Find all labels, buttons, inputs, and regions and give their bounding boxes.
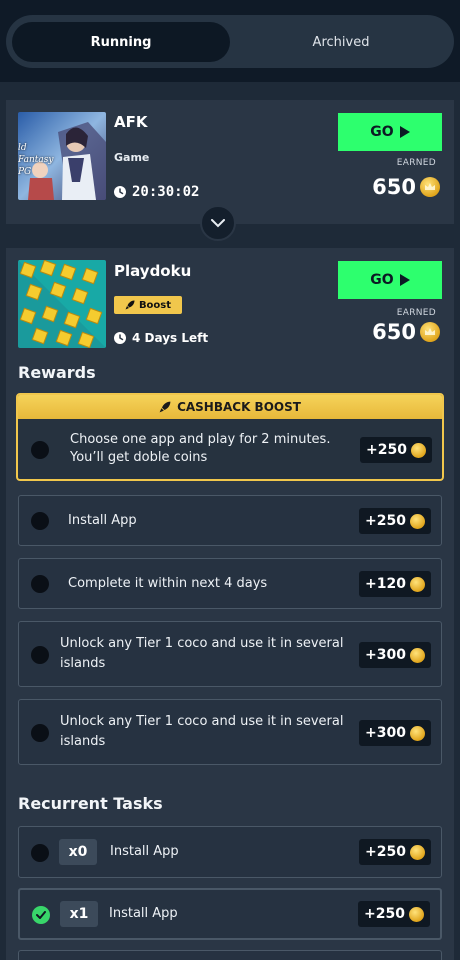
coin-icon	[410, 576, 425, 592]
task-item[interactable]: Install App +250	[18, 495, 442, 546]
coin-icon	[420, 322, 440, 342]
days-left: 4 Days Left	[114, 331, 208, 345]
task-text: Install App	[110, 844, 179, 859]
cashback-task-line1: Choose one app and play for 2 minutes.	[70, 432, 331, 447]
task-text: Install App	[109, 906, 178, 921]
reward-value: +300	[365, 725, 406, 741]
afk-earned: 650	[372, 175, 440, 199]
afk-title: AFK	[114, 113, 148, 131]
afk-timer-value: 20:30:02	[132, 184, 200, 200]
afk-go-label: GO	[370, 124, 394, 140]
task-item[interactable]: Complete it within next 4 days +120	[18, 558, 442, 609]
cashback-header: CASHBACK BOOST	[18, 395, 442, 419]
offer-card-afk[interactable]: ld Fantasy PG AFK Game 20:30:02 GO EARNE…	[6, 100, 454, 224]
coin-icon	[409, 906, 424, 922]
reward-value: +250	[365, 844, 406, 860]
reward-pill: +250	[360, 437, 432, 463]
task-radio[interactable]	[31, 724, 49, 742]
reward-value: +250	[364, 906, 405, 922]
reward-pill: +120	[359, 571, 431, 597]
chevron-down-icon	[211, 218, 225, 227]
afk-subtitle: Game	[114, 151, 150, 164]
clock-icon	[114, 332, 126, 344]
cashback-title: CASHBACK BOOST	[177, 400, 301, 414]
recurrent-task-item[interactable]: x1 Install App +250	[18, 888, 442, 940]
reward-pill: +250	[358, 901, 430, 927]
days-left-value: 4 Days Left	[132, 331, 209, 345]
reward-pill: +300	[359, 720, 431, 746]
boost-badge-label: Boost	[138, 299, 172, 311]
playdoku-go-label: GO	[370, 272, 394, 288]
clock-icon	[114, 186, 126, 198]
afk-thumbnail: ld Fantasy PG	[18, 112, 106, 200]
check-icon[interactable]	[32, 906, 50, 924]
play-icon	[399, 126, 410, 138]
coin-icon	[410, 725, 425, 741]
recurrent-title: Recurrent Tasks	[18, 794, 163, 813]
task-radio[interactable]	[31, 441, 49, 459]
reward-value: +120	[365, 576, 406, 592]
playdoku-earned: 650	[372, 320, 440, 344]
afk-go-button[interactable]: GO	[338, 113, 442, 151]
expand-button[interactable]	[200, 205, 236, 241]
task-radio[interactable]	[31, 646, 49, 664]
playdoku-earned-value: 650	[372, 320, 416, 344]
rocket-icon	[125, 300, 135, 310]
playdoku-thumbnail	[18, 260, 106, 348]
multiplier-badge: x0	[59, 839, 97, 865]
reward-pill: +250	[359, 839, 431, 865]
coin-icon	[410, 513, 425, 529]
afk-thumb-caption: ld Fantasy PG	[18, 143, 54, 177]
recurrent-task-item-partial[interactable]	[18, 950, 442, 960]
task-item[interactable]: Unlock any Tier 1 coco and use it in sev…	[18, 699, 442, 765]
cashback-task-text: Choose one app and play for 2 minutes. Y…	[70, 431, 330, 467]
task-radio[interactable]	[31, 512, 49, 530]
task-item[interactable]: Unlock any Tier 1 coco and use it in sev…	[18, 621, 442, 687]
offer-card-playdoku: Playdoku Boost 4 Days Left GO EARNED 650…	[6, 248, 454, 960]
boost-badge: Boost	[114, 296, 182, 314]
task-text: Unlock any Tier 1 coco and use it in sev…	[60, 712, 343, 752]
playdoku-title: Playdoku	[114, 262, 192, 280]
task-radio[interactable]	[31, 575, 49, 593]
multiplier-badge: x1	[60, 901, 98, 927]
task-text: Complete it within next 4 days	[68, 576, 268, 591]
coin-icon	[410, 647, 425, 663]
reward-value: +250	[366, 442, 407, 458]
cashback-task-line2: You’ll get doble coins	[70, 450, 208, 465]
playdoku-go-button[interactable]: GO	[338, 261, 442, 299]
task-radio[interactable]	[31, 844, 49, 862]
top-bar: Running Archived	[0, 0, 460, 82]
reward-pill: +300	[359, 642, 431, 668]
coin-icon	[411, 442, 426, 458]
rocket-icon	[159, 401, 171, 413]
task-text-line2: islands	[60, 656, 106, 671]
tab-running[interactable]: Running	[12, 22, 230, 62]
afk-earned-label: EARNED	[396, 158, 436, 168]
afk-earned-value: 650	[372, 175, 416, 199]
afk-timer: 20:30:02	[114, 184, 199, 200]
tab-switcher: Running Archived	[6, 15, 454, 68]
reward-pill: +250	[359, 508, 431, 534]
playdoku-earned-label: EARNED	[396, 308, 436, 318]
tab-archived[interactable]: Archived	[234, 22, 448, 62]
task-text: Unlock any Tier 1 coco and use it in sev…	[60, 634, 343, 674]
coin-icon	[420, 177, 440, 197]
rewards-title: Rewards	[18, 363, 96, 382]
cashback-boost-task[interactable]: CASHBACK BOOST Choose one app and play f…	[16, 393, 444, 481]
reward-value: +250	[365, 513, 406, 529]
task-text-line1: Unlock any Tier 1 coco and use it in sev…	[60, 714, 344, 729]
recurrent-task-item[interactable]: x0 Install App +250	[18, 826, 442, 878]
task-text: Install App	[68, 513, 137, 528]
task-text-line2: islands	[60, 734, 106, 749]
play-icon	[399, 274, 410, 286]
coin-icon	[410, 844, 425, 860]
reward-value: +300	[365, 647, 406, 663]
task-text-line1: Unlock any Tier 1 coco and use it in sev…	[60, 636, 344, 651]
